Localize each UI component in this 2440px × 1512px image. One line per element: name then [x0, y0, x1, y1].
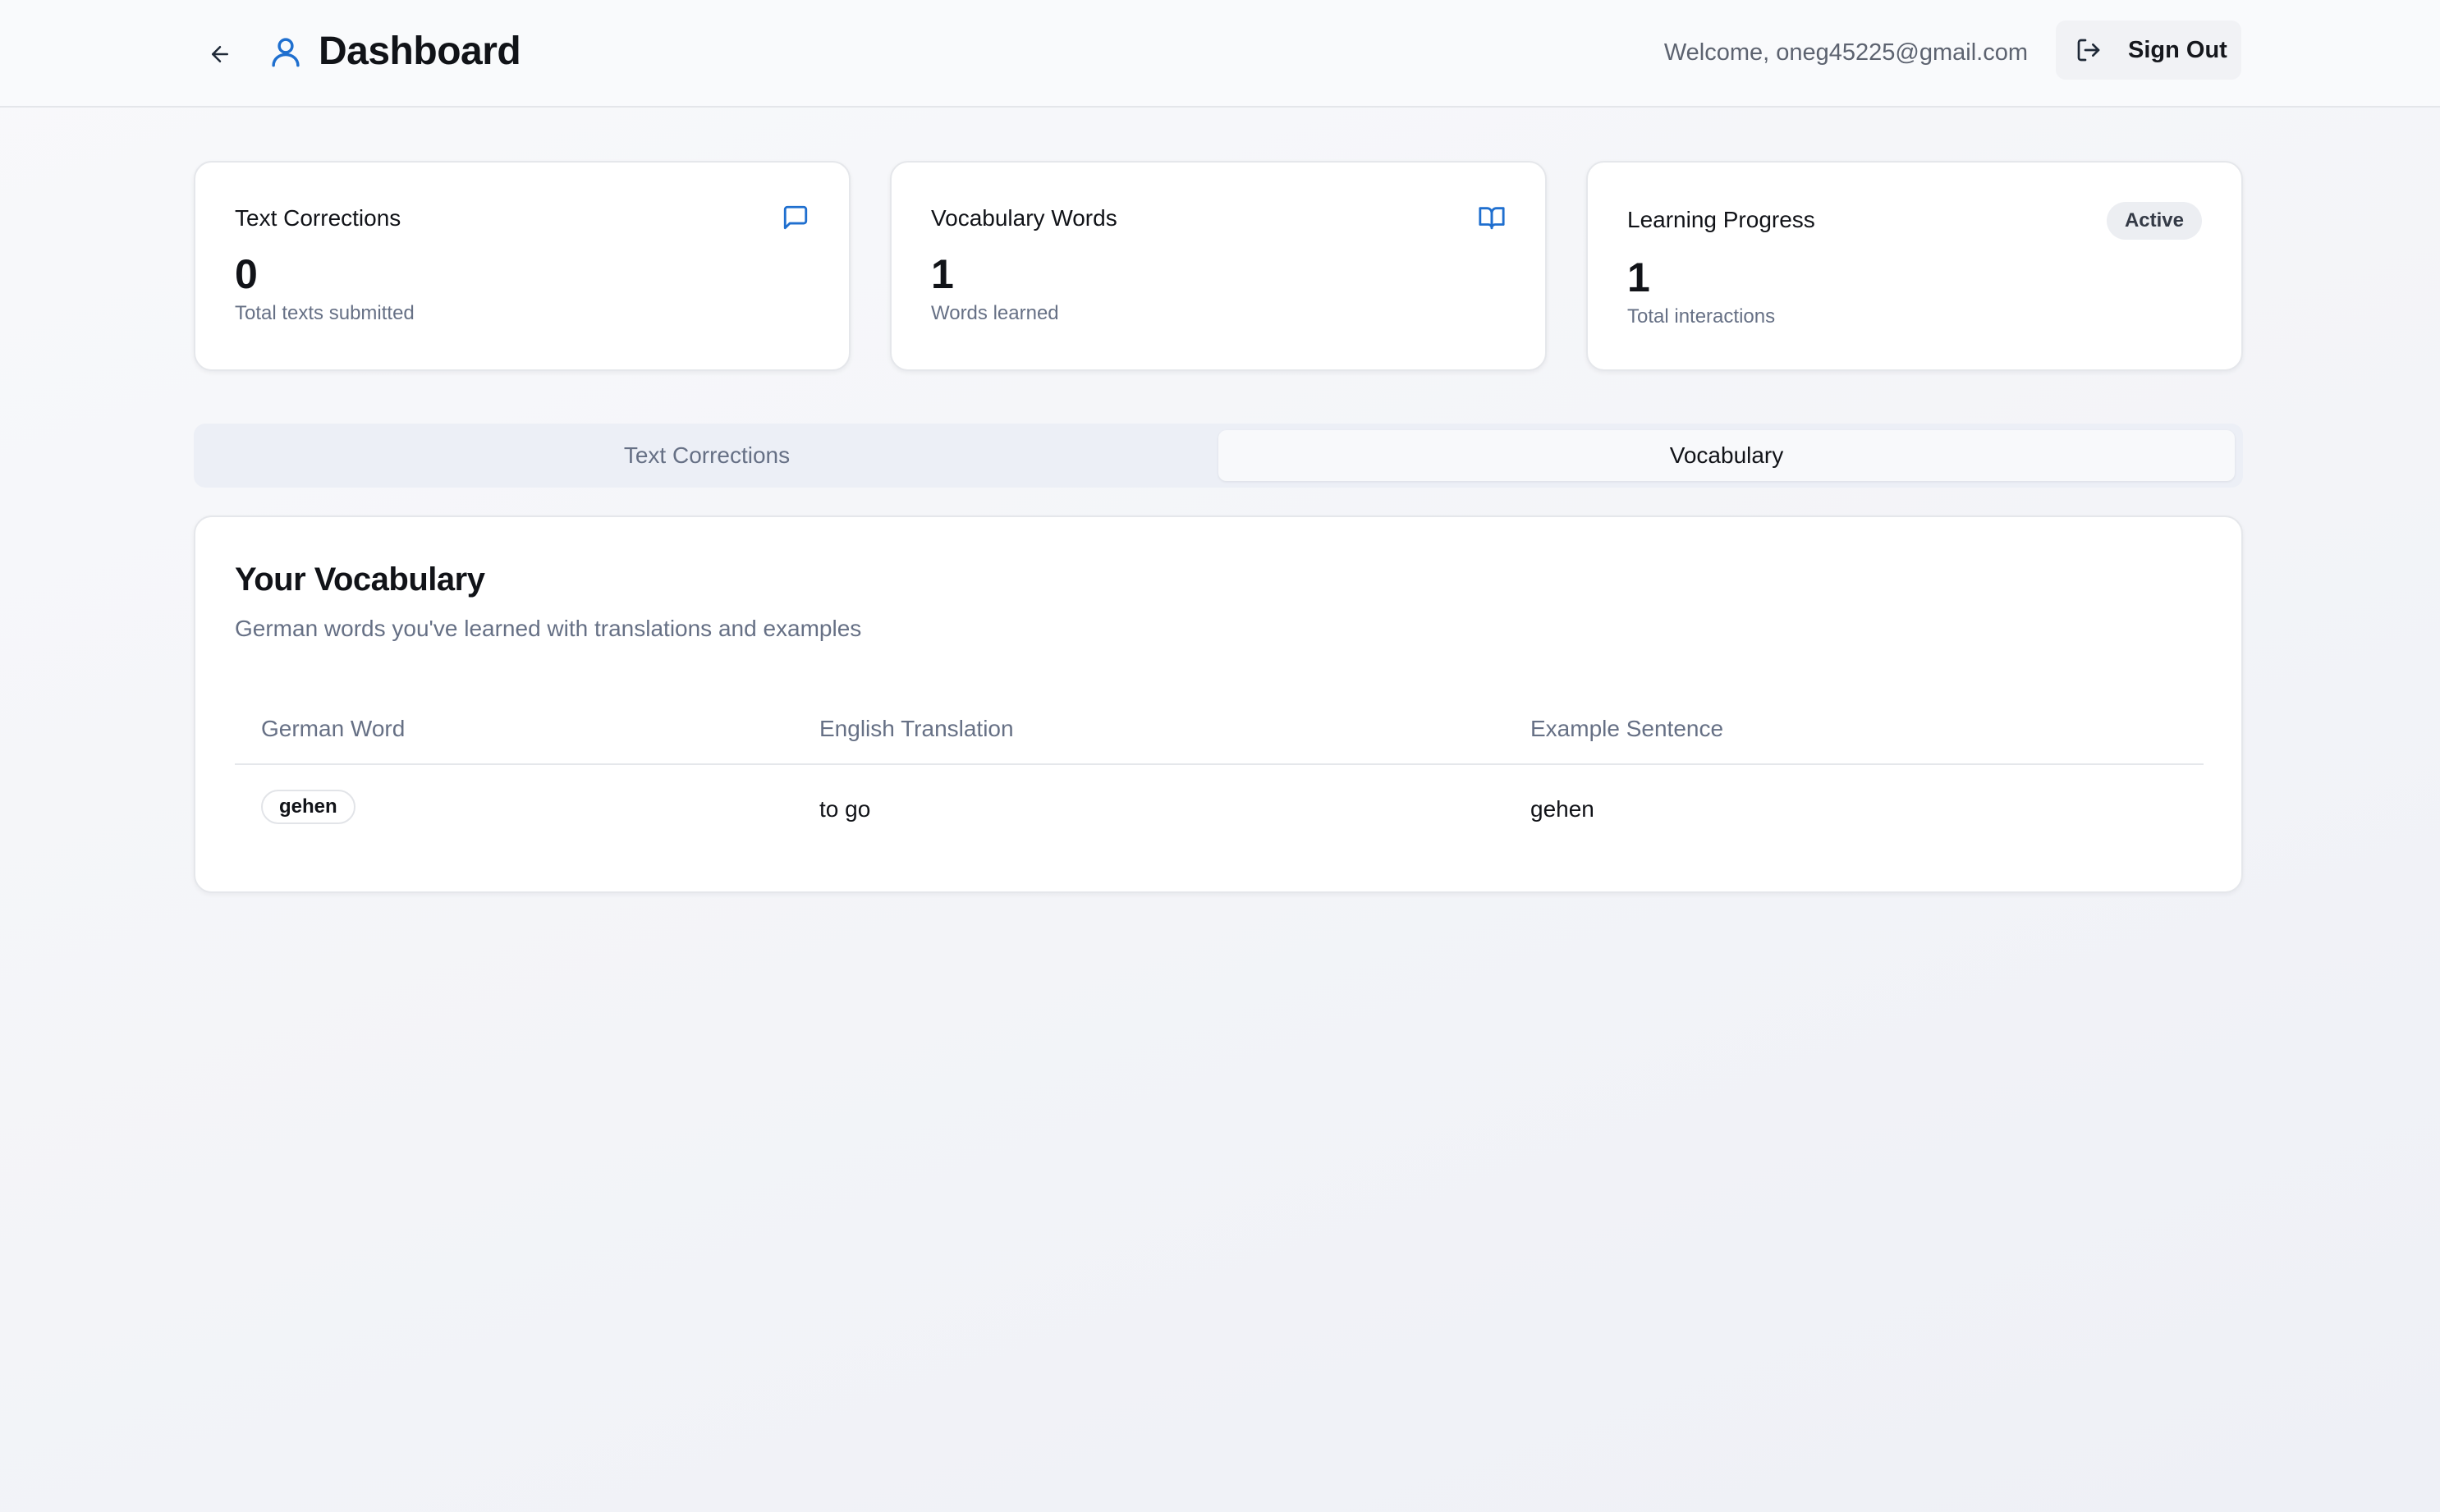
panel-title: Your Vocabulary	[235, 561, 485, 598]
arrow-left-icon	[212, 46, 228, 62]
stat-card-value: 1	[1627, 254, 1650, 300]
stat-card-learning-progress: Learning Progress Active 1 Total interac…	[1586, 161, 2243, 371]
vocabulary-table: German Word English Translation Example …	[235, 698, 2204, 855]
log-out-icon	[2077, 39, 2100, 62]
sign-out-label: Sign Out	[2128, 37, 2227, 63]
top-header: Dashboard Welcome, oneg45225@gmail.com S…	[0, 0, 2440, 108]
stat-card-value: 0	[235, 251, 258, 297]
page-title: Dashboard	[319, 30, 521, 73]
stat-card-title: Vocabulary Words	[931, 205, 1117, 231]
stat-card-subtitle: Total texts submitted	[235, 302, 415, 324]
tab-vocabulary[interactable]: Vocabulary	[1218, 430, 2235, 481]
status-badge: Active	[2106, 202, 2202, 240]
english-translation-cell: to go	[819, 796, 871, 822]
column-header-english-translation: English Translation	[819, 716, 1014, 741]
welcome-text: Welcome, oneg45225@gmail.com	[1663, 39, 2028, 66]
tab-list: Text Corrections Vocabulary	[194, 424, 2243, 488]
message-square-icon	[783, 205, 808, 230]
vocabulary-panel: Your Vocabulary German words you've lear…	[194, 515, 2243, 893]
stat-card-title: Text Corrections	[235, 205, 401, 231]
example-sentence-cell: gehen	[1530, 796, 1594, 822]
column-header-example-sentence: Example Sentence	[1530, 716, 1724, 741]
table-header: German Word English Translation Example …	[235, 698, 2204, 765]
book-open-icon	[1479, 207, 1505, 230]
panel-description: German words you've learned with transla…	[235, 616, 862, 641]
stat-card-title: Learning Progress	[1627, 207, 1815, 232]
stat-card-subtitle: Total interactions	[1627, 305, 1776, 328]
column-header-german-word: German Word	[261, 716, 406, 741]
stat-card-vocabulary-words: Vocabulary Words 1 Words learned	[890, 161, 1547, 371]
user-icon	[268, 31, 304, 72]
german-word-badge: gehen	[261, 790, 355, 824]
stat-card-value: 1	[931, 251, 954, 297]
stat-card-text-corrections: Text Corrections 0 Total texts submitted	[194, 161, 851, 371]
back-button[interactable]	[199, 33, 241, 76]
table-row: gehen to go gehen	[235, 765, 2204, 855]
tab-text-corrections[interactable]: Text Corrections	[199, 430, 1215, 481]
stat-card-subtitle: Words learned	[931, 302, 1059, 324]
sign-out-button[interactable]: Sign Out	[2056, 21, 2241, 80]
